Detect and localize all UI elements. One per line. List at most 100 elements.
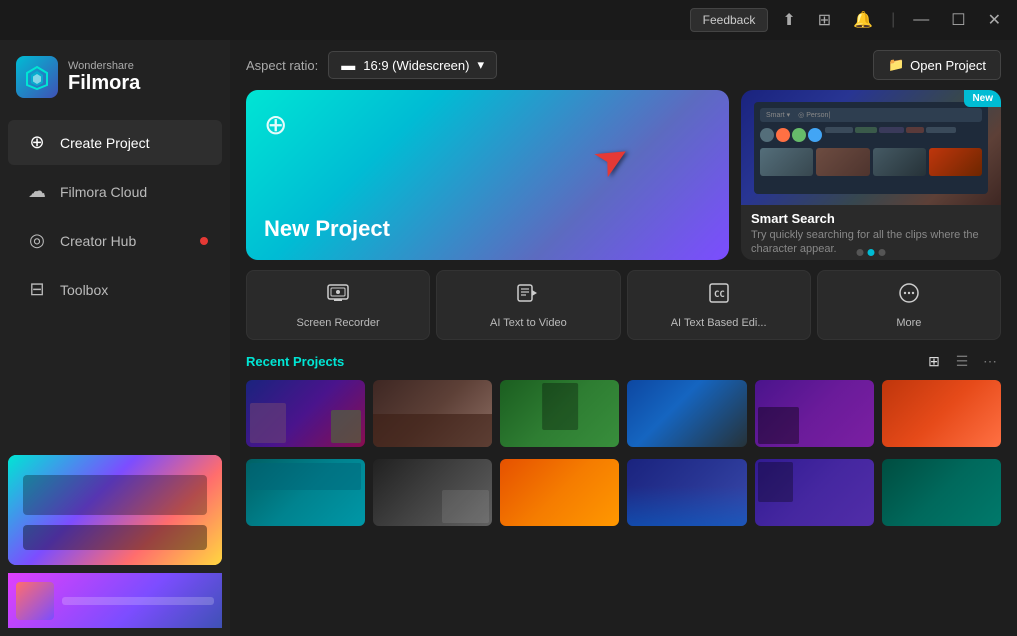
search-bar-mock: Smart ▾ ◎ Person| bbox=[760, 108, 982, 122]
screen-recorder-button[interactable]: Screen Recorder bbox=[246, 270, 430, 340]
create-project-label: Create Project bbox=[60, 135, 149, 151]
dot-2 bbox=[868, 249, 875, 256]
feature-card-title: Smart Search bbox=[751, 211, 991, 226]
recent-thumb-8 bbox=[373, 459, 492, 526]
new-project-plus-icon: ⊕ bbox=[264, 108, 287, 141]
ai-text-video-button[interactable]: AI Text to Video bbox=[436, 270, 620, 340]
recent-item-7[interactable] bbox=[246, 459, 365, 530]
recent-thumb-7 bbox=[246, 459, 365, 526]
feature-card[interactable]: Smart ▾ ◎ Person| bbox=[741, 90, 1001, 260]
open-project-button[interactable]: 📁 Open Project bbox=[873, 50, 1001, 80]
svg-text:CC: CC bbox=[714, 290, 725, 300]
recent-thumb-3 bbox=[500, 380, 619, 447]
maximize-button[interactable]: ☐ bbox=[943, 6, 973, 34]
creator-hub-icon: ◎ bbox=[26, 230, 48, 251]
ai-text-edit-icon: CC bbox=[707, 281, 731, 311]
notification-icon[interactable]: 🔔 bbox=[845, 6, 881, 34]
logo-text: Wondershare Filmora bbox=[68, 60, 140, 94]
filmora-cloud-label: Filmora Cloud bbox=[60, 184, 147, 200]
new-project-title: New Project bbox=[264, 216, 711, 242]
creator-hub-label: Creator Hub bbox=[60, 233, 136, 249]
recent-thumb-9 bbox=[500, 459, 619, 526]
minimize-button[interactable]: — bbox=[905, 7, 937, 33]
open-project-label: Open Project bbox=[910, 58, 986, 73]
aspect-ratio-select[interactable]: ▬ 16:9 (Widescreen) ▾ bbox=[328, 51, 497, 79]
sidebar-thumbnails bbox=[0, 447, 230, 636]
screen-recorder-label: Screen Recorder bbox=[297, 317, 380, 329]
recent-thumb-4 bbox=[627, 380, 746, 447]
logo-area: Wondershare Filmora bbox=[0, 40, 230, 118]
aspect-ratio-display-icon: ▬ bbox=[341, 57, 355, 73]
recent-header: Recent Projects ⊞ ☰ ⋯ bbox=[246, 350, 1001, 372]
more-label: More bbox=[896, 317, 921, 329]
hero-section: ⊕ ➤ New Project Smart ▾ ◎ Person| bbox=[230, 90, 1017, 260]
arrow-icon: ➤ bbox=[584, 128, 639, 188]
close-button[interactable]: ✕ bbox=[980, 6, 1009, 34]
recent-item-6[interactable] bbox=[882, 380, 1001, 451]
new-badge: New bbox=[964, 90, 1001, 107]
upload-icon[interactable]: ⬆ bbox=[774, 6, 803, 34]
sidebar-item-toolbox[interactable]: ⊟ Toolbox bbox=[8, 267, 222, 312]
sidebar: Wondershare Filmora ⊕ Create Project ☁ F… bbox=[0, 40, 230, 636]
filmora-cloud-icon: ☁ bbox=[26, 181, 48, 202]
toolbox-icon: ⊟ bbox=[26, 279, 48, 300]
more-tools-button[interactable]: More bbox=[817, 270, 1001, 340]
recent-item-5[interactable] bbox=[755, 380, 874, 451]
person-overlay-2 bbox=[331, 410, 361, 444]
recent-item-10[interactable] bbox=[627, 459, 746, 530]
view-icons: ⊞ ☰ ⋯ bbox=[923, 350, 1001, 372]
main-content: Aspect ratio: ▬ 16:9 (Widescreen) ▾ 📁 Op… bbox=[230, 40, 1017, 636]
screen-recorder-icon bbox=[326, 281, 350, 311]
feedback-button[interactable]: Feedback bbox=[690, 8, 769, 32]
sidebar-thumb-2[interactable] bbox=[8, 573, 222, 628]
more-icon bbox=[897, 281, 921, 311]
recent-thumb-10 bbox=[627, 459, 746, 526]
recent-thumb-12 bbox=[882, 459, 1001, 526]
recent-thumb-5 bbox=[755, 380, 874, 447]
recent-item-3[interactable] bbox=[500, 380, 619, 451]
folder-icon: 📁 bbox=[888, 57, 904, 73]
mini-thumbs bbox=[760, 148, 982, 176]
search-results-mock bbox=[760, 125, 982, 142]
recent-item-2[interactable] bbox=[373, 380, 492, 451]
dot-3 bbox=[879, 249, 886, 256]
recent-grid bbox=[246, 380, 1001, 530]
dot-1 bbox=[857, 249, 864, 256]
ai-text-video-icon bbox=[516, 281, 540, 311]
recent-item-12[interactable] bbox=[882, 459, 1001, 530]
ai-text-edit-button[interactable]: CC AI Text Based Edi... bbox=[627, 270, 811, 340]
ai-text-video-label: AI Text to Video bbox=[490, 317, 567, 329]
sidebar-item-filmora-cloud[interactable]: ☁ Filmora Cloud bbox=[8, 169, 222, 214]
recent-item-8[interactable] bbox=[373, 459, 492, 530]
grid-view-button[interactable]: ⊞ bbox=[923, 350, 945, 372]
grid-icon[interactable]: ⊞ bbox=[810, 6, 839, 34]
content-toolbar: Aspect ratio: ▬ 16:9 (Widescreen) ▾ 📁 Op… bbox=[230, 40, 1017, 90]
recent-item-9[interactable] bbox=[500, 459, 619, 530]
recent-item-11[interactable] bbox=[755, 459, 874, 530]
new-project-card[interactable]: ⊕ ➤ New Project bbox=[246, 90, 729, 260]
sidebar-item-creator-hub[interactable]: ◎ Creator Hub bbox=[8, 218, 222, 263]
recent-item-1[interactable] bbox=[246, 380, 365, 451]
recent-item-4[interactable] bbox=[627, 380, 746, 451]
ai-text-edit-label: AI Text Based Edi... bbox=[671, 317, 767, 329]
app-body: Wondershare Filmora ⊕ Create Project ☁ F… bbox=[0, 40, 1017, 636]
app-logo bbox=[16, 56, 58, 98]
quick-tools: Screen Recorder AI Text to Video bbox=[230, 260, 1017, 340]
title-bar: Feedback ⬆ ⊞ 🔔 | — ☐ ✕ bbox=[0, 0, 1017, 40]
options-button[interactable]: ⋯ bbox=[979, 350, 1001, 372]
separator: | bbox=[891, 11, 895, 29]
recent-thumb-1 bbox=[246, 380, 365, 447]
sidebar-thumb-1[interactable] bbox=[8, 455, 222, 565]
feature-card-img-inner: Smart ▾ ◎ Person| bbox=[754, 102, 988, 194]
recent-thumb-11 bbox=[755, 459, 874, 526]
aspect-ratio-group: Aspect ratio: ▬ 16:9 (Widescreen) ▾ bbox=[246, 51, 497, 79]
thumb-mini bbox=[16, 582, 54, 620]
aspect-ratio-label: Aspect ratio: bbox=[246, 58, 318, 73]
creator-hub-badge bbox=[200, 237, 208, 245]
list-view-button[interactable]: ☰ bbox=[951, 350, 973, 372]
sidebar-item-create-project[interactable]: ⊕ Create Project bbox=[8, 120, 222, 165]
recent-thumb-6 bbox=[882, 380, 1001, 447]
feature-card-image: Smart ▾ ◎ Person| bbox=[741, 90, 1001, 205]
aspect-ratio-value: 16:9 (Widescreen) bbox=[363, 58, 469, 73]
company-name: Wondershare bbox=[68, 60, 140, 72]
